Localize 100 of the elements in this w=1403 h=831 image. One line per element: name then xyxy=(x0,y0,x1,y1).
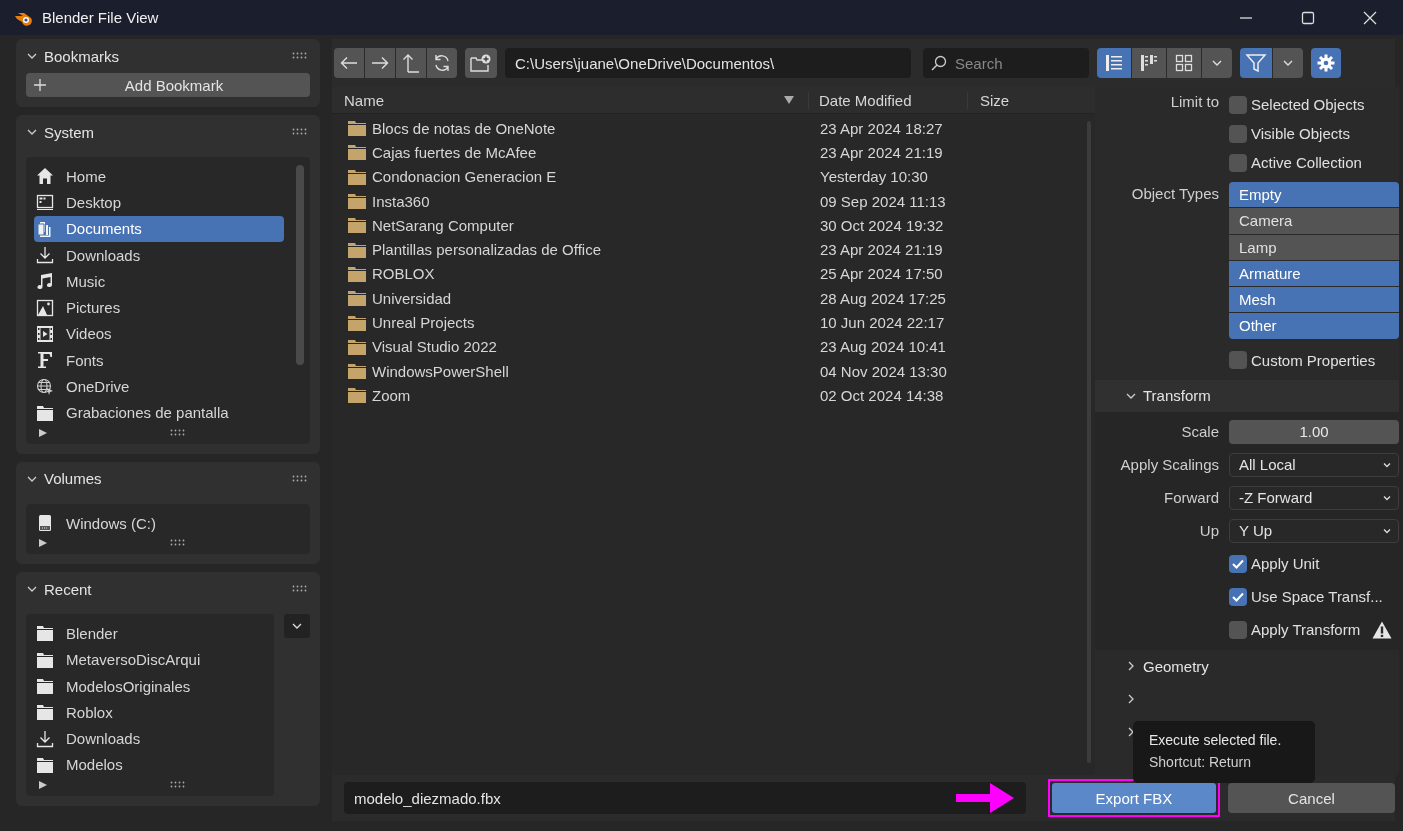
checkbox-label[interactable]: Apply Transform xyxy=(1251,621,1361,639)
file-row[interactable]: Plantillas personalizadas de Office 23 Apr 2024 21:19 xyxy=(332,237,1075,262)
horizontal-list-button[interactable] xyxy=(1132,48,1166,78)
folder-icon xyxy=(348,265,366,282)
dropdown-field[interactable]: -Z Forward xyxy=(1229,485,1399,510)
checkbox[interactable] xyxy=(1229,554,1247,573)
file-row[interactable]: Universidad 28 Aug 2024 17:25 xyxy=(332,286,1075,311)
place-item[interactable]: Downloads xyxy=(34,241,284,269)
expand-icon[interactable] xyxy=(38,427,48,438)
file-row[interactable]: Insta360 09 Sep 2024 11:13 xyxy=(332,188,1075,214)
object-type-toggle[interactable]: Camera xyxy=(1229,208,1399,234)
panel-title[interactable]: System xyxy=(44,123,94,141)
panel-title[interactable]: Recent xyxy=(44,580,92,598)
checkbox-label[interactable]: Use Space Transf... xyxy=(1251,588,1383,606)
place-item[interactable]: Home xyxy=(34,163,284,190)
filter-button[interactable] xyxy=(1240,48,1272,78)
dropdown-field[interactable]: All Local xyxy=(1229,452,1399,477)
expand-icon[interactable] xyxy=(38,780,48,791)
grip-icon[interactable] xyxy=(292,474,308,483)
object-type-toggle[interactable]: Lamp xyxy=(1229,234,1399,260)
object-type-toggle[interactable]: Mesh xyxy=(1229,287,1399,313)
file-row[interactable]: WindowsPowerShell 04 Nov 2024 13:30 xyxy=(332,358,1075,384)
grip-icon[interactable] xyxy=(292,128,308,136)
file-row[interactable]: ROBLOX 25 Apr 2024 17:50 xyxy=(332,261,1075,287)
folder-icon xyxy=(348,120,366,137)
place-item[interactable]: Downloads xyxy=(34,725,260,752)
place-item[interactable]: OneDrive xyxy=(34,373,284,400)
checkbox[interactable] xyxy=(1229,95,1247,114)
checkbox-label[interactable]: Visible Objects xyxy=(1251,125,1350,142)
grip-icon[interactable] xyxy=(292,52,308,60)
search-field[interactable]: Search xyxy=(923,48,1089,78)
panel-title[interactable]: Geometry xyxy=(1143,657,1209,675)
column-header[interactable]: Date Modified xyxy=(808,91,967,109)
grip-icon[interactable] xyxy=(170,428,186,437)
download-icon xyxy=(36,246,54,265)
number-field[interactable]: 1.00 xyxy=(1229,419,1399,444)
checkbox-label[interactable]: Apply Unit xyxy=(1251,555,1320,573)
column-header[interactable]: Size xyxy=(967,91,1010,109)
place-item[interactable]: ModelosOriginales xyxy=(34,672,260,700)
panel-title[interactable]: Volumes xyxy=(44,470,102,488)
checkbox-label[interactable]: Active Collection xyxy=(1251,154,1362,171)
dropdown-button[interactable] xyxy=(1202,48,1232,78)
place-item[interactable]: Music xyxy=(34,268,284,295)
file-row[interactable]: NetSarang Computer 30 Oct 2024 19:32 xyxy=(332,213,1075,238)
panel-title[interactable]: Bookmarks xyxy=(44,47,120,65)
path-field[interactable]: C:\Users\juane\OneDrive\Documentos\ xyxy=(505,48,911,78)
place-item[interactable]: Blender xyxy=(34,620,260,647)
add-bookmark-button[interactable]: Add Bookmark xyxy=(26,73,310,97)
grip-icon[interactable] xyxy=(170,781,186,790)
grip-icon[interactable] xyxy=(292,585,308,594)
dropdown-field[interactable]: Y Up xyxy=(1229,518,1399,543)
sort-icon[interactable] xyxy=(784,96,794,104)
refresh-button[interactable] xyxy=(427,48,457,78)
file-row[interactable]: Unreal Projects 10 Jun 2024 22:17 xyxy=(332,310,1075,335)
place-item[interactable]: Fonts xyxy=(34,347,284,374)
dropdown-button[interactable] xyxy=(1273,48,1303,78)
place-item[interactable]: Videos xyxy=(34,320,284,348)
panel-title[interactable]: Transform xyxy=(1143,387,1211,405)
object-type-toggle[interactable]: Empty xyxy=(1229,182,1399,208)
new-folder-button[interactable] xyxy=(465,48,497,78)
export-button[interactable]: Export FBX xyxy=(1051,783,1216,813)
checkbox[interactable] xyxy=(1229,153,1247,172)
back-button[interactable] xyxy=(334,48,364,78)
thumbnail-view-button[interactable] xyxy=(1167,48,1201,78)
parent-folder-button[interactable] xyxy=(396,48,426,78)
close-icon[interactable] xyxy=(1363,10,1377,25)
place-item[interactable]: Roblox xyxy=(34,699,260,726)
file-row[interactable]: Visual Studio 2022 23 Aug 2024 10:41 xyxy=(332,334,1075,359)
new-folder-icon xyxy=(470,54,492,72)
forward-button[interactable] xyxy=(365,48,395,78)
dropdown-button[interactable] xyxy=(284,614,310,639)
checkbox-label[interactable]: Selected Objects xyxy=(1251,96,1365,113)
scrollbar[interactable] xyxy=(296,165,304,365)
column-header[interactable]: Name xyxy=(332,91,784,109)
object-type-toggle[interactable]: Other xyxy=(1229,313,1399,339)
file-row[interactable]: Condonacion Generacion E Yesterday 10:30 xyxy=(332,164,1075,189)
cancel-button[interactable]: Cancel xyxy=(1227,783,1395,813)
place-item[interactable]: Windows (C:) xyxy=(34,509,296,537)
vertical-list-button[interactable] xyxy=(1097,48,1131,78)
drive-icon xyxy=(36,514,54,533)
object-type-toggle[interactable]: Armature xyxy=(1229,260,1399,287)
place-item[interactable]: Desktop xyxy=(34,189,284,216)
checkbox[interactable] xyxy=(1229,587,1247,606)
place-item[interactable]: Pictures xyxy=(34,294,284,321)
checkbox-label[interactable]: Custom Properties xyxy=(1251,351,1376,369)
place-item[interactable]: MetaversoDiscArqui xyxy=(34,646,260,673)
checkbox[interactable] xyxy=(1229,620,1247,639)
file-row[interactable]: Blocs de notas de OneNote 23 Apr 2024 18:27 xyxy=(332,116,1075,141)
filename-field[interactable]: modelo_diezmado.fbx xyxy=(344,782,1026,814)
file-row[interactable]: Zoom 02 Oct 2024 14:38 xyxy=(332,383,1075,408)
maximize-icon[interactable] xyxy=(1301,10,1315,25)
grip-icon[interactable] xyxy=(170,539,186,548)
file-row[interactable]: Cajas fuertes de McAfee 23 Apr 2024 21:19 xyxy=(332,140,1075,165)
place-item[interactable]: Modelos xyxy=(34,751,260,779)
expand-icon[interactable] xyxy=(38,538,48,549)
checkbox[interactable] xyxy=(1229,124,1247,143)
settings-button[interactable] xyxy=(1311,48,1341,78)
checkbox[interactable] xyxy=(1229,351,1247,370)
place-item[interactable]: Documents xyxy=(34,215,284,242)
place-item[interactable]: Grabaciones de pantalla xyxy=(34,399,284,426)
